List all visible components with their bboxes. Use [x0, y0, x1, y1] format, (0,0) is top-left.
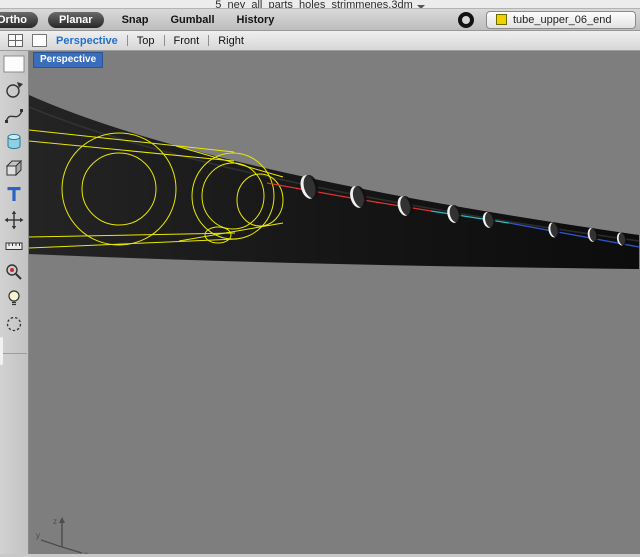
tab-separator	[208, 35, 210, 46]
viewport-layout-icon[interactable]	[8, 34, 23, 47]
lightbulb-icon	[8, 290, 20, 306]
lasso-select-tool[interactable]	[2, 313, 26, 335]
tab-right[interactable]: Right	[218, 35, 244, 47]
extrude-box-tool[interactable]	[2, 157, 26, 179]
tab-perspective[interactable]: Perspective	[56, 35, 118, 47]
move-tool[interactable]	[2, 209, 26, 231]
title-dropdown-icon[interactable]	[416, 5, 425, 8]
tab-top[interactable]: Top	[137, 35, 155, 47]
toggle-history[interactable]: History	[237, 14, 275, 26]
text-tool[interactable]	[2, 183, 26, 205]
current-layer-name: tube_upper_06_end	[513, 13, 612, 26]
viewport-perspective[interactable]: z y x Perspective	[29, 51, 640, 554]
text-tool-icon	[7, 187, 21, 201]
toggle-ortho[interactable]: Ortho	[0, 11, 38, 28]
tool-sidebar	[0, 51, 29, 554]
dimension-tool[interactable]	[2, 235, 26, 257]
dimension-icon	[5, 242, 23, 250]
status-toolbar: Ortho Planar Snap Gumball History tube_u…	[0, 9, 640, 31]
tube-model[interactable]	[29, 95, 639, 269]
viewport-maximize-glyph	[32, 34, 47, 47]
toggle-snap[interactable]: Snap	[122, 14, 149, 26]
toggle-gumball[interactable]: Gumball	[171, 14, 215, 26]
magnifier-icon	[6, 264, 22, 280]
orbit-tool[interactable]	[2, 79, 26, 101]
viewport-maximize-icon[interactable]	[32, 34, 47, 47]
light-tool[interactable]	[2, 287, 26, 309]
viewport-canvas[interactable]: z y x	[29, 51, 639, 554]
record-icon[interactable]	[458, 11, 474, 28]
analyze-tool[interactable]	[2, 261, 26, 283]
tab-front[interactable]: Front	[174, 35, 200, 47]
tab-separator	[126, 35, 128, 46]
axis-y-label: y	[36, 531, 40, 540]
move-icon	[4, 210, 24, 230]
window-title: 5_ney_all_parts_holes_strimmenes.3dm	[215, 0, 413, 9]
axis-z-label: z	[53, 517, 57, 526]
viewport-layout-glyph	[8, 34, 23, 47]
tab-separator	[163, 35, 165, 46]
cylinder-tool[interactable]	[2, 131, 26, 153]
viewport-tab-bar: Perspective Top Front Right	[0, 31, 640, 51]
extrude-box-icon	[5, 159, 23, 177]
sidebar-divider	[1, 353, 27, 354]
sidebar-scrollbar[interactable]	[0, 337, 3, 365]
window-title-bar: 5_ney_all_parts_holes_strimmenes.3dm	[0, 0, 640, 9]
cylinder-icon	[7, 133, 21, 150]
layer-color-swatch	[496, 14, 507, 25]
color-well[interactable]	[2, 53, 26, 75]
color-well-icon	[3, 55, 25, 73]
curve-tool[interactable]	[2, 105, 26, 127]
axis-x-label: x	[84, 550, 88, 554]
main-area: z y x Perspective	[0, 51, 640, 554]
toggle-planar[interactable]: Planar	[47, 11, 104, 28]
world-axes-gizmo: z y x	[36, 517, 88, 554]
lasso-icon	[6, 316, 22, 332]
curve-icon	[5, 109, 23, 123]
viewport-title-badge[interactable]: Perspective	[33, 52, 104, 68]
orbit-icon	[6, 82, 23, 98]
current-layer-widget[interactable]: tube_upper_06_end	[486, 10, 636, 29]
